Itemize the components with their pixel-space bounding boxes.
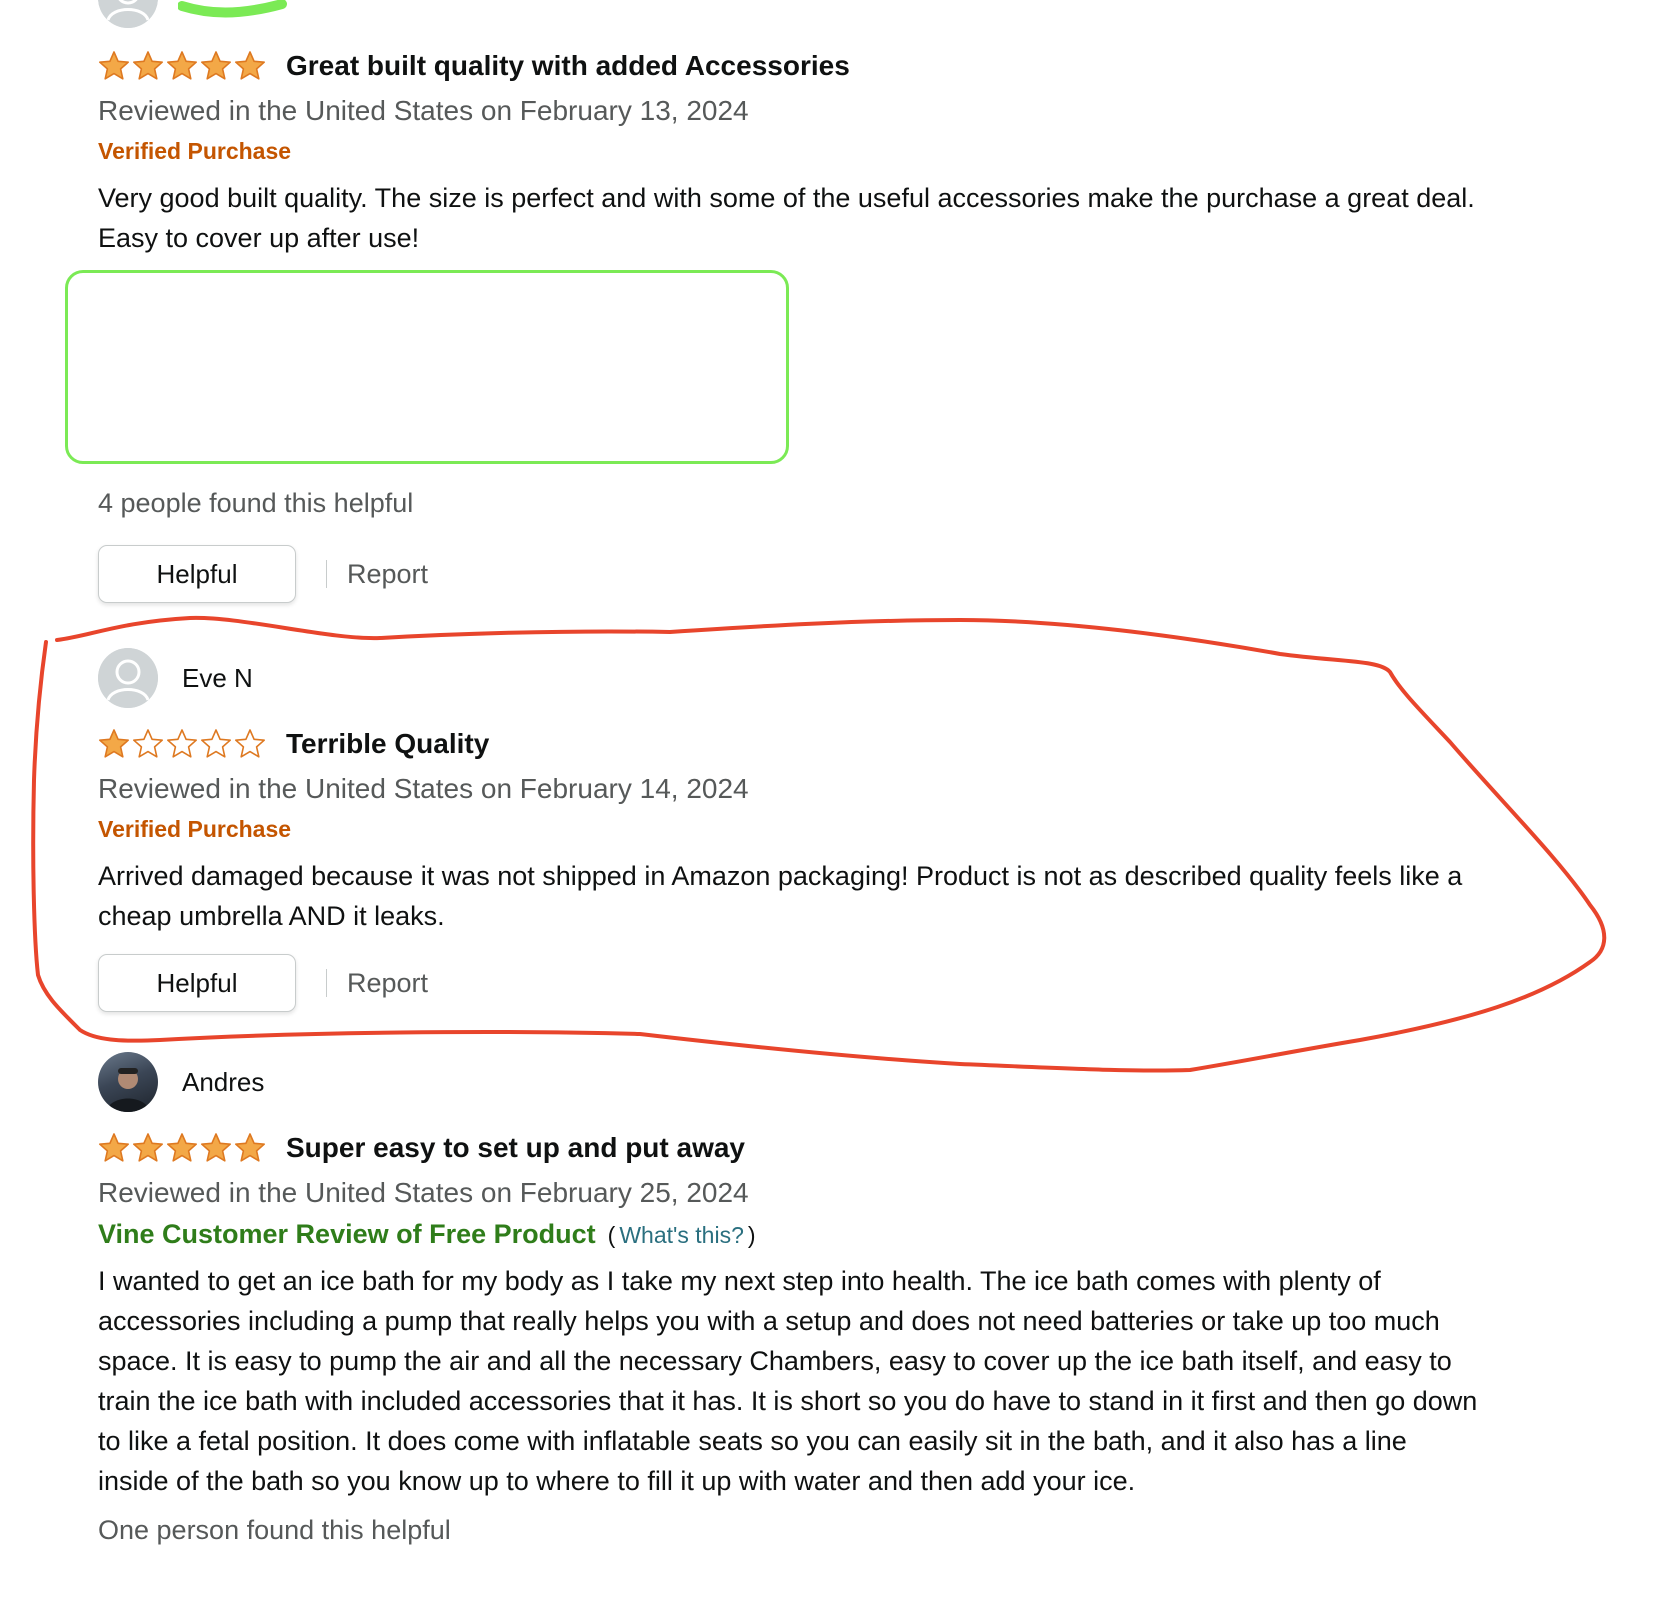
red-highlight-annotation: [31, 615, 1607, 1073]
